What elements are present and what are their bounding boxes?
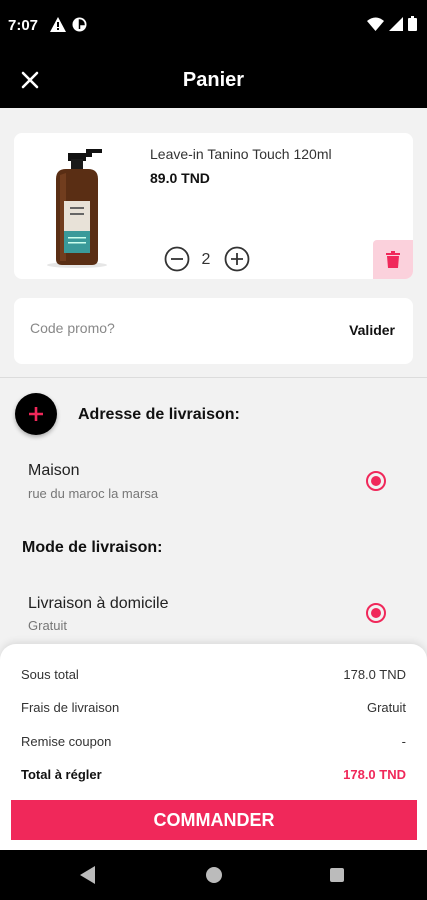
- address-detail: rue du maroc la marsa: [28, 486, 159, 501]
- subtotal-label: Sous total: [21, 667, 79, 682]
- cart-item-card: Leave-in Tanino Touch 120ml 89.0 TND 2: [14, 133, 413, 279]
- delete-item-button[interactable]: [373, 240, 413, 279]
- shipping-label: Frais de livraison: [21, 700, 120, 715]
- signal-icon: [389, 16, 403, 31]
- delivery-mode-title: Mode de livraison:: [22, 539, 163, 556]
- home-icon[interactable]: [206, 867, 222, 883]
- product-name: Leave-in Tanino Touch 120ml: [150, 146, 332, 162]
- decrease-quantity-button[interactable]: [164, 246, 190, 272]
- product-price: 89.0 TND: [150, 170, 210, 186]
- coupon-value: -: [401, 734, 406, 749]
- shipping-row: Frais de livraison Gratuit: [21, 700, 406, 715]
- divider: [0, 377, 427, 378]
- system-nav-bar: [0, 850, 427, 900]
- delivery-mode-detail: Gratuit: [28, 618, 68, 633]
- total-value: 178.0 TND: [343, 767, 406, 782]
- wifi-icon: [367, 17, 384, 31]
- status-time: 7:07: [8, 17, 39, 34]
- back-icon[interactable]: [80, 866, 96, 884]
- radio-selected-dot: [371, 608, 381, 618]
- battery-icon: [408, 16, 417, 31]
- plus-icon: [29, 407, 43, 421]
- total-row: Total à régler 178.0 TND: [21, 767, 406, 782]
- product-image: [47, 149, 107, 268]
- order-button[interactable]: COMMANDER: [11, 800, 417, 840]
- address-radio[interactable]: [366, 471, 386, 491]
- subtotal-value: 178.0 TND: [343, 667, 406, 682]
- status-bar: 7:07: [0, 0, 427, 52]
- total-label: Total à régler: [21, 767, 102, 782]
- data-saver-icon: [72, 17, 87, 32]
- status-left-icons: [50, 17, 87, 32]
- order-summary-sheet: Sous total 178.0 TND Frais de livraison …: [0, 644, 427, 850]
- address-name: Maison: [28, 462, 80, 479]
- increase-quantity-button[interactable]: [224, 246, 250, 272]
- radio-selected-dot: [371, 476, 381, 486]
- delivery-address-title: Adresse de livraison:: [78, 406, 240, 423]
- shipping-value: Gratuit: [366, 700, 406, 715]
- status-right-icons: [367, 16, 417, 31]
- add-address-button[interactable]: [15, 393, 57, 435]
- app-bar: Panier: [0, 52, 427, 108]
- validate-promo-button[interactable]: Valider: [349, 322, 395, 338]
- delivery-mode-radio[interactable]: [366, 603, 386, 623]
- promo-code-card: Valider: [14, 298, 413, 364]
- quantity-value: 2: [201, 251, 211, 268]
- trash-icon: [386, 251, 400, 268]
- recents-icon[interactable]: [330, 868, 344, 882]
- subtotal-row: Sous total 178.0 TND: [21, 667, 406, 682]
- page-title: Panier: [182, 69, 245, 91]
- coupon-row: Remise coupon -: [21, 734, 406, 749]
- warning-icon: [50, 17, 66, 32]
- delivery-mode-name: Livraison à domicile: [28, 595, 169, 612]
- promo-code-input[interactable]: [30, 320, 310, 336]
- coupon-label: Remise coupon: [21, 734, 112, 749]
